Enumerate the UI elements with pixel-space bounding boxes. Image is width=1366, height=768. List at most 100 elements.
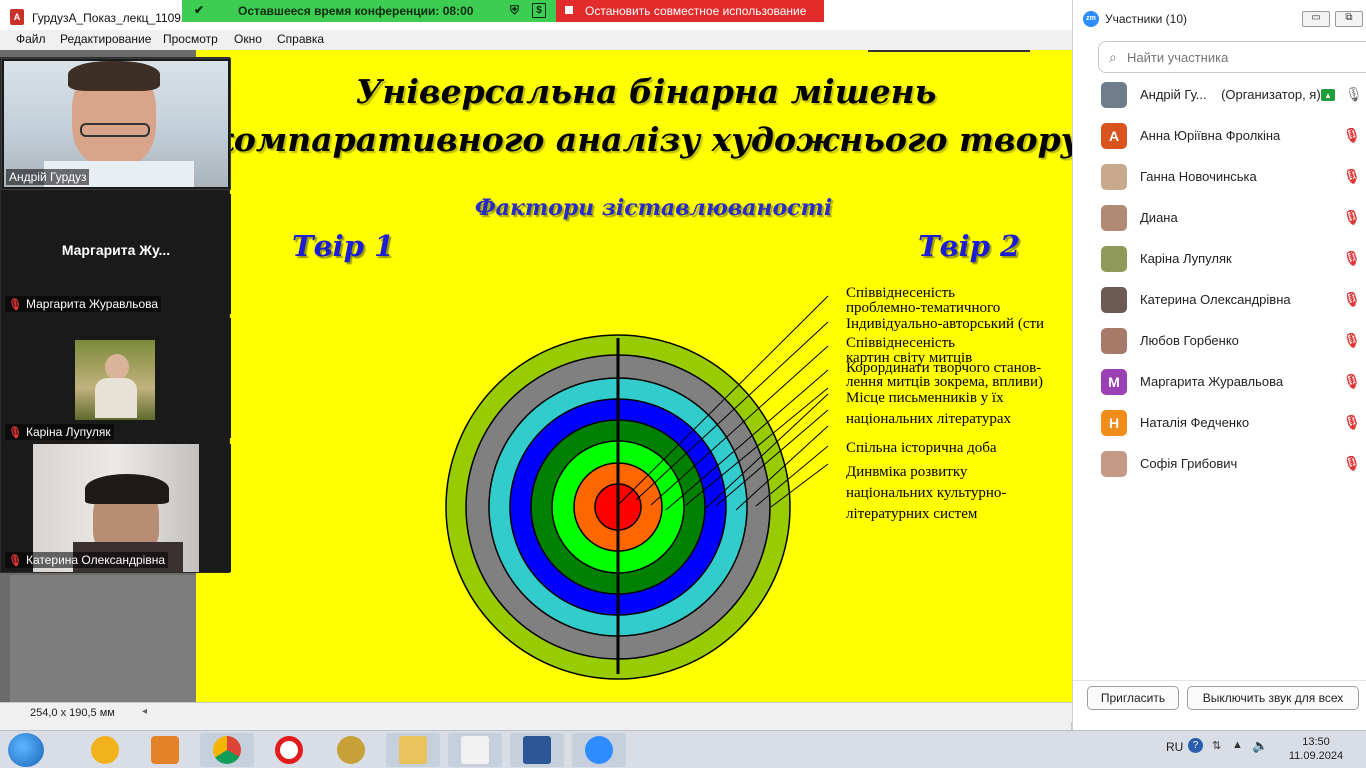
- taskbar-app[interactable]: [386, 733, 440, 767]
- mic-off-icon: 🎙: [8, 299, 22, 311]
- participant-name: Анна Юріївна Фролкіна: [1140, 128, 1281, 143]
- taskbar-app[interactable]: [262, 733, 316, 767]
- taskbar-app[interactable]: [200, 733, 254, 767]
- mic-on-icon[interactable]: 🎙: [1345, 86, 1363, 103]
- windows-start-button[interactable]: [8, 733, 44, 767]
- video-tile[interactable]: 🎙 Каріна Лупуляк: [1, 318, 231, 440]
- stop-sharing-button[interactable]: Остановить совместное использование: [556, 0, 824, 22]
- mic-off-icon[interactable]: 🎙: [1343, 209, 1361, 226]
- video-name-label: 🎙 Катерина Олександрівна: [5, 552, 168, 568]
- opera-icon: [275, 736, 303, 764]
- menu-edit[interactable]: Редактирование: [60, 32, 151, 46]
- mic-off-icon[interactable]: 🎙: [1343, 291, 1361, 308]
- participant-row[interactable]: Каріна Лупуляк 🎙: [1073, 238, 1366, 279]
- avatar: A: [1101, 123, 1127, 149]
- media-player-icon: [151, 736, 179, 764]
- participant-name-text: Андрій Гу...: [1140, 87, 1207, 102]
- taskbar-app[interactable]: [572, 733, 626, 767]
- video-gallery-strip: Андрій Гурдуз Маргарита Жу... 🎙 Маргарита…: [0, 57, 231, 573]
- mute-all-button[interactable]: Выключить звук для всех: [1187, 686, 1359, 710]
- taskbar-app[interactable]: [448, 733, 502, 767]
- search-icon: ⌕: [1109, 49, 1117, 65]
- participants-header: zm Участники (10) ▭ ⧉: [1073, 0, 1366, 36]
- mic-off-icon[interactable]: 🎙: [1343, 168, 1361, 185]
- input-language[interactable]: RU: [1166, 740, 1183, 754]
- video-name-text: Маргарита Журавльова: [25, 297, 159, 311]
- page-size-readout: 254,0 x 190,5 мм: [30, 707, 115, 719]
- participant-name: Андрій Гу... (Организатор, я): [1140, 87, 1321, 102]
- help-icon[interactable]: ?: [1188, 738, 1203, 753]
- shield-icon: ⛨: [510, 3, 520, 17]
- video-tile[interactable]: Андрій Гурдуз: [1, 58, 231, 190]
- participant-row[interactable]: M Маргарита Журавльова 🎙: [1073, 361, 1366, 402]
- avatar: [1101, 164, 1127, 190]
- participant-row[interactable]: Софія Грибович 🎙: [1073, 443, 1366, 484]
- factor-label: літературних систем: [846, 506, 978, 522]
- clock-date: 11.09.2024: [1288, 750, 1344, 762]
- participant-search[interactable]: ⌕: [1098, 41, 1366, 73]
- eye-icon: [337, 736, 365, 764]
- volume-icon[interactable]: 🔈: [1252, 738, 1268, 754]
- key-icon: [91, 736, 119, 764]
- video-name-label: Андрій Гурдуз: [6, 169, 90, 185]
- share-screen-icon: ▴: [1321, 89, 1335, 101]
- network-icon[interactable]: ⇅: [1212, 739, 1221, 752]
- factor-label: національних літературах: [846, 411, 1011, 427]
- factor-label: проблемно-тематичного: [846, 300, 1001, 316]
- mic-off-icon[interactable]: 🎙: [1343, 250, 1361, 267]
- video-tile[interactable]: Маргарита Жу... 🎙 Маргарита Журавльова: [1, 194, 231, 314]
- participant-name: Софія Грибович: [1140, 456, 1238, 471]
- participant-row[interactable]: Любов Горбенко 🎙: [1073, 320, 1366, 361]
- dollar-icon[interactable]: $: [532, 3, 546, 18]
- folder-icon: [399, 736, 427, 764]
- avatar: [1101, 246, 1127, 272]
- menu-help[interactable]: Справка: [277, 32, 324, 46]
- participant-row[interactable]: A Анна Юріївна Фролкіна 🎙: [1073, 115, 1366, 156]
- mic-off-icon[interactable]: 🎙: [1343, 414, 1361, 431]
- minimize-panel-button[interactable]: ▭: [1302, 11, 1330, 27]
- participant-name: Каріна Лупуляк: [1140, 251, 1232, 266]
- menu-file[interactable]: Файл: [16, 32, 46, 46]
- video-name-label: 🎙 Каріна Лупуляк: [5, 424, 114, 440]
- mic-off-icon[interactable]: 🎙: [1343, 373, 1361, 390]
- video-name-text: Катерина Олександрівна: [25, 553, 165, 567]
- zoom-icon: [585, 736, 613, 764]
- participant-row[interactable]: H Наталія Федченко 🎙: [1073, 402, 1366, 443]
- menu-window[interactable]: Окно: [234, 32, 262, 46]
- stop-square-icon: [565, 6, 573, 14]
- participants-footer: Пригласить Выключить звук для всех: [1073, 680, 1366, 730]
- leaf-icon: ✔: [194, 3, 205, 17]
- factor-label: Місце письменників у їх: [846, 390, 1004, 406]
- tray-expand-icon[interactable]: ▲: [1232, 739, 1243, 751]
- document-side-panel: [10, 575, 196, 702]
- windows-taskbar: RU ? ⇅ ▲ 🔈 13:50 11.09.2024: [0, 730, 1366, 768]
- mic-off-icon[interactable]: 🎙: [1343, 332, 1361, 349]
- pdf-app-icon: A: [10, 9, 24, 25]
- mic-off-icon[interactable]: 🎙: [1343, 127, 1361, 144]
- scroll-left-icon[interactable]: ◂: [142, 706, 147, 717]
- menu-view[interactable]: Просмотр: [163, 32, 218, 46]
- taskbar-app[interactable]: [138, 733, 192, 767]
- video-tile[interactable]: 🎙 Катерина Олександрівна: [1, 444, 231, 572]
- taskbar-app[interactable]: [510, 733, 564, 767]
- conference-time-remaining: Оставшееся время конференции: 08:00: [238, 4, 474, 18]
- invite-button[interactable]: Пригласить: [1087, 686, 1179, 710]
- participants-title: Участники (10): [1105, 12, 1188, 26]
- search-input[interactable]: [1125, 49, 1355, 66]
- mic-off-icon[interactable]: 🎙: [1343, 455, 1361, 472]
- taskbar-app[interactable]: [78, 733, 132, 767]
- avatar: [1101, 287, 1127, 313]
- participant-row[interactable]: Катерина Олександрівна 🎙: [1073, 279, 1366, 320]
- clock[interactable]: 13:50 11.09.2024: [1278, 735, 1354, 763]
- participant-row[interactable]: Ганна Новочинська 🎙: [1073, 156, 1366, 197]
- conference-timer-banner: ✔ Оставшееся время конференции: 08:00 ⛨ …: [182, 0, 556, 22]
- participants-panel: zm Участники (10) ▭ ⧉ ⌕ Андрій Гу... (Ор…: [1072, 0, 1366, 730]
- participant-name: Любов Горбенко: [1140, 333, 1239, 348]
- stop-sharing-label: Остановить совместное использование: [585, 4, 807, 18]
- participant-row-host[interactable]: Андрій Гу... (Организатор, я) ▴ 🎙: [1073, 74, 1366, 115]
- participant-row[interactable]: Диана 🎙: [1073, 197, 1366, 238]
- person-hair: [85, 474, 169, 504]
- taskbar-app[interactable]: [324, 733, 378, 767]
- popout-panel-button[interactable]: ⧉: [1335, 11, 1363, 27]
- avatar: [1101, 82, 1127, 108]
